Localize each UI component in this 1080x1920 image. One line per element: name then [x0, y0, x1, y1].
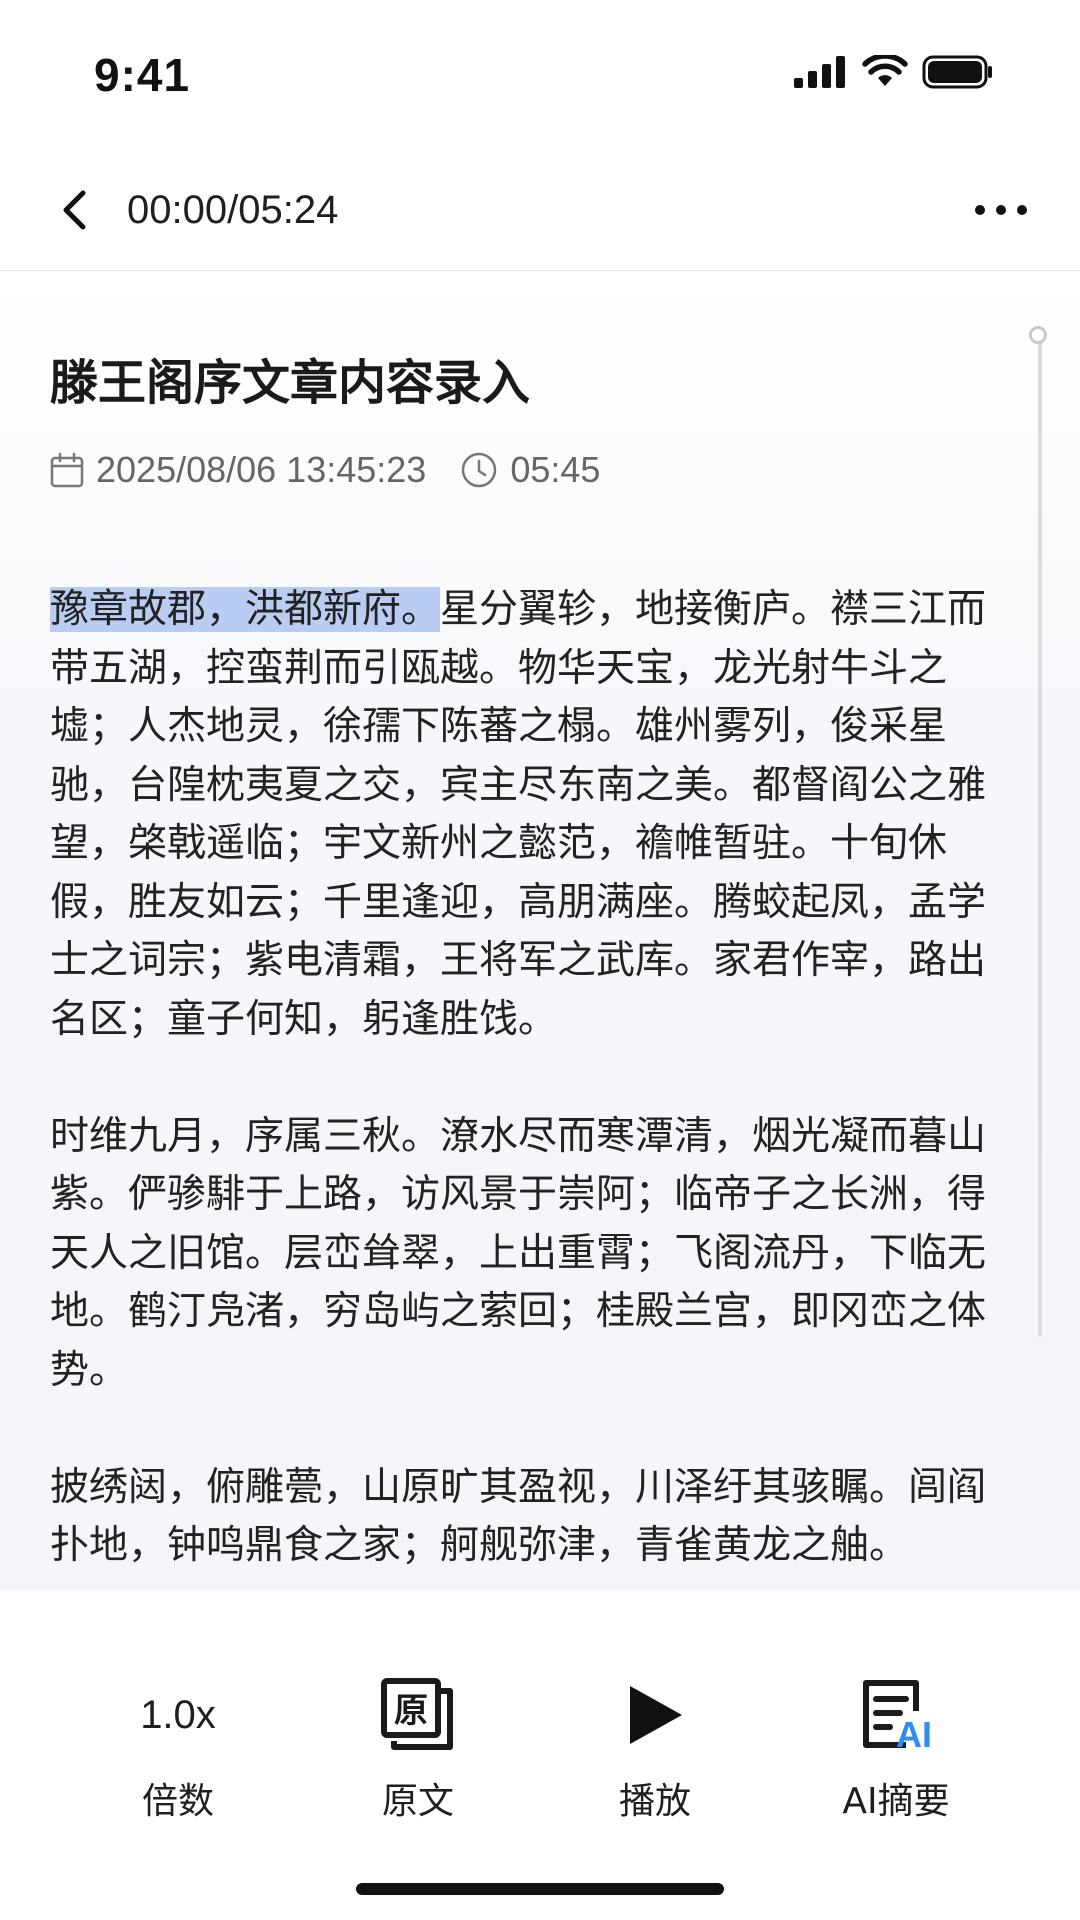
back-button[interactable]: [48, 174, 100, 246]
cellular-signal-icon: [794, 56, 845, 88]
highlighted-current-sentence[interactable]: 豫章故郡，洪都新府。: [50, 587, 441, 632]
ai-summary-icon: AI: [863, 1680, 932, 1755]
document-meta: 2025/08/06 13:45:23 05:45: [50, 449, 600, 491]
more-options-button[interactable]: [966, 174, 1036, 246]
speed-label: 倍数: [141, 1781, 214, 1822]
status-icons: [794, 52, 994, 92]
original-text-icon: 原: [381, 1678, 453, 1750]
top-nav-bar: 00:00/05:24: [0, 150, 1080, 271]
play-icon: [630, 1686, 682, 1744]
status-bar: 9:41: [0, 0, 1080, 150]
speed-button[interactable]: 1.0x 倍数: [78, 1670, 278, 1823]
battery-icon: [922, 55, 992, 89]
play-button[interactable]: 播放: [555, 1670, 755, 1822]
document-duration: 05:45: [510, 449, 601, 490]
svg-text:原: 原: [394, 1691, 428, 1731]
playback-progress-time: 00:00/05:24: [127, 188, 339, 232]
scrollbar-track[interactable]: [1038, 337, 1042, 1337]
article-body[interactable]: 豫章故郡，洪都新府。星分翼轸，地接衡庐。襟三江而带五湖，控蛮荆而引瓯越。物华天宝…: [50, 581, 1020, 1590]
clock-icon: [460, 451, 498, 489]
article-content[interactable]: 滕王阁序文章内容录入 2025/08/06 13:45:23 05:45 豫章故…: [0, 271, 1080, 1590]
original-text-label: 原文: [381, 1781, 454, 1822]
document-datetime: 2025/08/06 13:45:23: [96, 449, 427, 490]
status-time: 9:41: [94, 49, 191, 101]
more-horizontal-icon: [975, 205, 1027, 215]
paragraph: 豫章故郡，洪都新府。星分翼轸，地接衡庐。襟三江而带五湖，控蛮荆而引瓯越。物华天宝…: [50, 581, 1020, 1049]
svg-text:AI: AI: [896, 1714, 932, 1755]
paragraph: 时维九月，序属三秋。潦水尽而寒潭清，烟光凝而暮山紫。俨骖騑于上路，访风景于崇阿；…: [50, 1113, 987, 1393]
bottom-toolbar: 1.0x 倍数 原 原文 播放 AI AI摘要: [0, 1590, 1080, 1920]
ai-summary-label: AI摘要: [842, 1781, 950, 1822]
play-label: 播放: [618, 1781, 691, 1822]
home-indicator[interactable]: [356, 1883, 724, 1895]
ai-summary-button[interactable]: AI AI摘要: [796, 1670, 996, 1822]
scrollbar-thumb[interactable]: [1029, 326, 1047, 344]
calendar-icon: [50, 452, 84, 488]
paragraph-text: 星分翼轸，地接衡庐。襟三江而带五湖，控蛮荆而引瓯越。物华天宝，龙光射牛斗之墟；人…: [50, 587, 987, 1042]
speed-value: 1.0x: [140, 1692, 216, 1737]
original-text-button[interactable]: 原 原文: [318, 1670, 518, 1822]
chevron-left-icon: [63, 190, 86, 230]
paragraph: 披绣闼，俯雕甍，山原旷其盈视，川泽纡其骇瞩。闾阎扑地，钟鸣鼎食之家；舸舰弥津，青…: [50, 1464, 987, 1569]
wifi-icon: [862, 55, 908, 86]
document-title: 滕王阁序文章内容录入: [50, 355, 531, 411]
